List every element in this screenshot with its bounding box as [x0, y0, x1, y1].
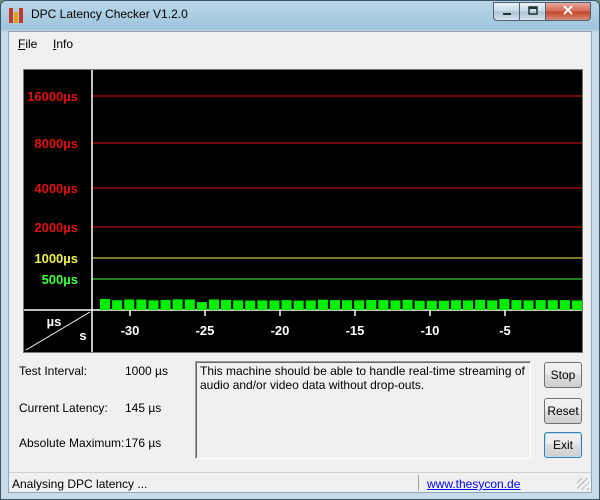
- latency-bar: [414, 300, 425, 310]
- latency-bar: [196, 302, 207, 310]
- latency-bar: [523, 300, 534, 310]
- status-separator: [418, 475, 419, 491]
- latency-bar: [559, 300, 570, 310]
- menu-file-label: ile: [25, 37, 38, 51]
- latency-bar: [233, 300, 244, 310]
- x-label-3: -15: [346, 323, 365, 338]
- maximize-icon: [527, 5, 538, 18]
- latency-bar: [547, 300, 558, 310]
- latency-bar: [184, 299, 195, 310]
- y-label-0: 16000µs: [27, 89, 78, 104]
- maximize-button[interactable]: [519, 2, 546, 21]
- latency-bar: [487, 300, 498, 310]
- minimize-icon: [502, 6, 512, 18]
- latency-bar: [317, 299, 328, 310]
- axis-unit-us: µs: [47, 314, 62, 329]
- x-label-2: -20: [271, 323, 290, 338]
- test-interval-label: Test Interval:: [19, 364, 88, 378]
- latency-bar: [499, 299, 510, 310]
- latency-bar: [535, 300, 546, 310]
- y-label-3: 2000µs: [34, 220, 78, 235]
- latency-bar: [100, 298, 111, 310]
- latency-bar: [450, 300, 461, 310]
- latency-bar: [438, 300, 449, 310]
- latency-bar: [329, 300, 340, 310]
- website-link[interactable]: www.thesycon.de: [427, 477, 520, 491]
- x-label-0: -30: [121, 323, 140, 338]
- latency-bar: [305, 300, 316, 310]
- exit-button[interactable]: Exit: [544, 432, 582, 458]
- latency-bar: [475, 299, 486, 310]
- axis-unit-s: s: [79, 328, 86, 343]
- latency-bar: [148, 300, 159, 310]
- stop-button[interactable]: Stop: [544, 362, 582, 388]
- latency-bar: [245, 300, 256, 310]
- current-latency-value: 145 µs: [125, 401, 162, 415]
- latency-bar: [293, 300, 304, 310]
- app-bars-icon: [9, 8, 25, 23]
- current-latency-label: Current Latency:: [19, 401, 108, 415]
- title-bar[interactable]: DPC Latency Checker V1.2.0: [1, 1, 599, 29]
- status-bar: Analysing DPC latency ... www.thesycon.d…: [9, 472, 591, 492]
- latency-bar: [426, 300, 437, 310]
- x-label-5: -5: [499, 323, 511, 338]
- y-label-5: 500µs: [42, 272, 78, 287]
- window-title: DPC Latency Checker V1.2.0: [31, 7, 188, 21]
- y-label-1: 8000µs: [34, 136, 78, 151]
- status-text: Analysing DPC latency ...: [12, 477, 148, 491]
- latency-bar: [136, 299, 147, 310]
- latency-bar: [366, 299, 377, 310]
- latency-bar: [342, 300, 353, 310]
- latency-bar: [257, 300, 268, 310]
- latency-bar: [269, 300, 280, 310]
- close-button[interactable]: [545, 2, 591, 21]
- y-label-4: 1000µs: [34, 251, 78, 266]
- latency-bar: [378, 300, 389, 310]
- close-icon: [563, 5, 573, 18]
- latency-bar: [112, 300, 123, 310]
- reset-button[interactable]: Reset: [544, 398, 582, 424]
- resize-grip[interactable]: [577, 478, 589, 490]
- test-interval-value: 1000 µs: [125, 364, 168, 378]
- menu-info-label: nfo: [56, 37, 74, 51]
- latency-graph-svg: 16000µs 8000µs 4000µs 2000µs 1000µs 500µs µs s -…: [24, 70, 582, 352]
- menu-file[interactable]: File: [18, 37, 37, 51]
- result-message: This machine should be able to handle re…: [195, 361, 531, 459]
- latency-bar: [160, 299, 171, 310]
- client-area: File Info 16000µs 8000µs 4000µs 2000µs 1000µ…: [8, 31, 592, 493]
- latency-bar: [511, 300, 522, 310]
- latency-bar: [390, 300, 401, 310]
- latency-bar: [221, 299, 232, 310]
- x-label-1: -25: [196, 323, 215, 338]
- app-window: DPC Latency Checker V1.2.0 File Info 160…: [0, 0, 600, 500]
- latency-bar: [571, 300, 582, 310]
- latency-graph: 16000µs 8000µs 4000µs 2000µs 1000µs 500µs µs s -…: [23, 69, 583, 353]
- absolute-max-value: 176 µs: [125, 436, 162, 450]
- menu-info[interactable]: Info: [53, 37, 73, 51]
- latency-bar: [354, 300, 365, 310]
- latency-bar: [172, 299, 183, 310]
- latency-bar: [124, 299, 135, 310]
- latency-bar: [463, 300, 474, 310]
- y-label-2: 4000µs: [34, 181, 78, 196]
- menu-bar: File Info: [9, 32, 591, 54]
- minimize-button[interactable]: [493, 2, 520, 21]
- x-label-4: -10: [421, 323, 440, 338]
- latency-bar: [402, 299, 413, 310]
- latency-bar: [281, 300, 292, 310]
- absolute-max-label: Absolute Maximum:: [19, 436, 125, 450]
- latency-bar: [208, 299, 219, 310]
